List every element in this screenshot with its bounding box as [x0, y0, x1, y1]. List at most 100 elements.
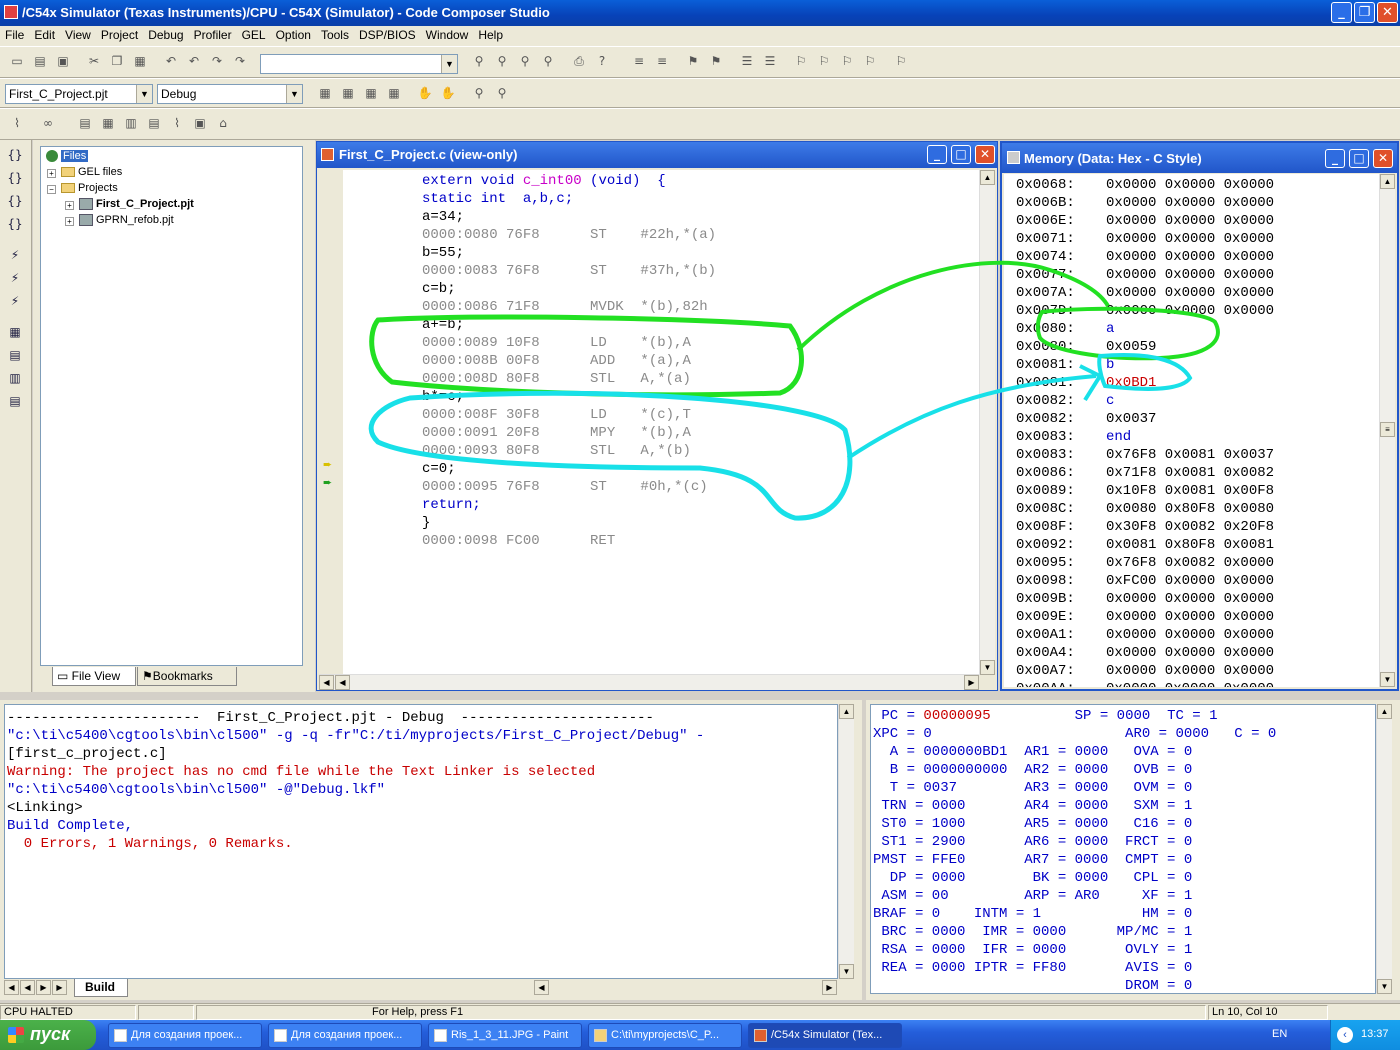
animate-icon[interactable]: ⚡	[6, 294, 24, 312]
scroll-down-icon[interactable]: ▼	[1377, 979, 1392, 994]
probe-remove-icon[interactable]: ⚲	[493, 84, 511, 102]
build-output[interactable]: ----------------------- First_C_Project.…	[4, 704, 838, 979]
step-out-icon[interactable]: {}	[6, 194, 24, 212]
task-button-4[interactable]: C:\ti\myprojects\C_P...	[588, 1023, 742, 1048]
scroll-up-icon[interactable]: ▲	[980, 170, 995, 185]
start-button[interactable]: пуск	[0, 1020, 96, 1050]
config-combo[interactable]: Debug ▼	[157, 84, 303, 104]
image-icon[interactable]: ▣	[191, 114, 209, 132]
project-combo[interactable]: First_C_Project.pjt ▼	[5, 84, 153, 104]
chevron-down-icon[interactable]: ▼	[441, 55, 457, 73]
step-over-icon[interactable]: {}	[6, 171, 24, 189]
chevron-down-icon[interactable]: ▼	[286, 85, 302, 103]
close-button[interactable]: ✕	[1377, 2, 1398, 23]
task-button-1[interactable]: Для создания проек...	[108, 1023, 262, 1048]
restore-button[interactable]: ❐	[1354, 2, 1375, 23]
tree-gel-files[interactable]: GEL files	[61, 166, 122, 178]
menu-dspbios[interactable]: DSP/BIOS	[354, 26, 421, 44]
tree-projects[interactable]: Projects	[61, 182, 118, 194]
scroll-right-icon[interactable]: ▶	[822, 980, 837, 995]
chevron-down-icon[interactable]: ▼	[136, 85, 152, 103]
compile-icon[interactable]: ▦	[316, 84, 334, 102]
run-to-cursor-icon[interactable]: {}	[6, 217, 24, 235]
menu-help[interactable]: Help	[473, 26, 508, 44]
list2-icon[interactable]: ☰	[761, 52, 779, 70]
scroll-up-icon[interactable]: ▲	[1377, 704, 1392, 719]
undo2-icon[interactable]: ↶	[185, 52, 203, 70]
run-icon[interactable]: ⚡	[6, 248, 24, 266]
new-file-icon[interactable]: ▭	[8, 52, 26, 70]
minimize-button[interactable]: _	[1331, 2, 1352, 23]
tab-build[interactable]: Build	[74, 979, 128, 997]
expand-icon[interactable]: +	[47, 169, 56, 178]
bookmark-toggle-icon[interactable]: ⚑	[684, 52, 702, 70]
memory-dump-area[interactable]: 0x0068: 0x0000 0x0000 0x0000 0x006B: 0x0000…	[1004, 174, 1379, 687]
scroll-left-icon[interactable]: ◀	[534, 980, 549, 995]
find-next-icon[interactable]: ⚲	[493, 52, 511, 70]
tab-last-icon[interactable]: ▶	[52, 980, 67, 995]
outdent-icon[interactable]: ≡	[653, 52, 671, 70]
binoculars-icon[interactable]: ⚲	[539, 52, 557, 70]
scroll-down-icon[interactable]: ▼	[839, 964, 854, 979]
pin2-icon[interactable]: ⚐	[815, 52, 833, 70]
language-indicator[interactable]: EN	[1272, 1028, 1287, 1040]
find-prev-icon[interactable]: ⚲	[516, 52, 534, 70]
menu-view[interactable]: View	[60, 26, 96, 44]
graph-icon[interactable]: ⌇	[8, 114, 26, 132]
stop-build-icon[interactable]: ▦	[385, 84, 403, 102]
close-button[interactable]: ✕	[1373, 149, 1393, 168]
menu-gel[interactable]: GEL	[237, 26, 271, 44]
list-icon[interactable]: ☰	[738, 52, 756, 70]
pin4-icon[interactable]: ⚐	[861, 52, 879, 70]
disasm-icon[interactable]: ▥	[6, 371, 24, 389]
maximize-button[interactable]: □	[951, 145, 971, 164]
callstack-icon[interactable]: ▤	[6, 394, 24, 412]
scroll-thumb[interactable]: ≡	[1380, 422, 1395, 437]
source-vscroll[interactable]: ▲ ▼	[979, 170, 995, 675]
scroll-up-icon[interactable]: ▲	[1380, 174, 1395, 189]
menu-debug[interactable]: Debug	[143, 26, 188, 44]
tab-file-view[interactable]: ▭ File View	[52, 667, 136, 686]
minimize-button[interactable]: _	[1325, 149, 1345, 168]
help-icon[interactable]: ?	[593, 52, 611, 70]
menu-edit[interactable]: Edit	[29, 26, 60, 44]
hand-icon[interactable]: ✋	[416, 84, 434, 102]
stack-icon[interactable]: ▤	[145, 114, 163, 132]
collapse-icon[interactable]: −	[47, 185, 56, 194]
print-icon[interactable]: ⎙	[570, 52, 588, 70]
minimize-button[interactable]: _	[927, 145, 947, 164]
redo-icon[interactable]: ↷	[208, 52, 226, 70]
probe-icon[interactable]: ⚲	[470, 84, 488, 102]
scroll-left2-icon[interactable]: ◀	[335, 675, 350, 690]
register-vscroll[interactable]: ▲ ▼	[1376, 704, 1392, 994]
step-into-icon[interactable]: {}	[6, 148, 24, 166]
redo2-icon[interactable]: ↷	[231, 52, 249, 70]
scroll-down-icon[interactable]: ▼	[980, 660, 995, 675]
halt-icon[interactable]: ⚡	[6, 271, 24, 289]
tree-project-first[interactable]: First_C_Project.pjt	[79, 198, 194, 211]
task-button-3[interactable]: Ris_1_3_11.JPG - Paint	[428, 1023, 582, 1048]
indent-icon[interactable]: ≡	[630, 52, 648, 70]
expand-icon[interactable]: +	[65, 201, 74, 210]
breakpoint-icon[interactable]: ✋	[439, 84, 457, 102]
tree-project-gprn[interactable]: GPRN_refob.pjt	[79, 214, 174, 227]
source-code-area[interactable]: extern void c_int00 (void) {static int a…	[343, 170, 979, 675]
undo-icon[interactable]: ↶	[162, 52, 180, 70]
scroll-down-icon[interactable]: ▼	[1380, 672, 1395, 687]
task-button-2[interactable]: Для создания проек...	[268, 1023, 422, 1048]
reg-view-icon[interactable]: ▤	[6, 348, 24, 366]
save-icon[interactable]: ▣	[54, 52, 72, 70]
cut-icon[interactable]: ✂	[85, 52, 103, 70]
pin-icon[interactable]: ⚐	[792, 52, 810, 70]
mem-view-icon[interactable]: ▦	[6, 325, 24, 343]
build-vscroll[interactable]: ▲ ▼	[838, 704, 854, 979]
menu-project[interactable]: Project	[96, 26, 143, 44]
close-button[interactable]: ✕	[975, 145, 995, 164]
rebuild-icon[interactable]: ▦	[362, 84, 380, 102]
menu-profiler[interactable]: Profiler	[189, 26, 237, 44]
register-window[interactable]: PC = 00000095 SP = 0000 TC = 1 XPC = 0 AR…	[870, 704, 1376, 994]
cmd-icon[interactable]: ⌂	[214, 114, 232, 132]
maximize-button[interactable]: □	[1349, 149, 1369, 168]
tree-root[interactable]: Files	[46, 150, 89, 163]
glasses-icon[interactable]: ∞	[39, 114, 57, 132]
